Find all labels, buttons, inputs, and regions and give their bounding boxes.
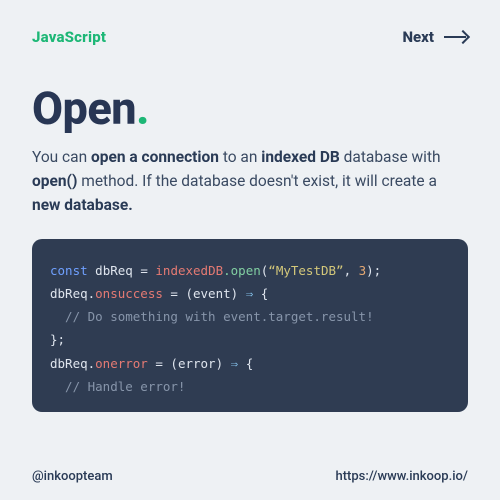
code-punct: { <box>238 356 253 371</box>
desc-text: to an <box>219 148 261 166</box>
code-string: “MyTestDB” <box>268 263 343 278</box>
title-dot: . <box>136 82 149 135</box>
arrow-right-icon <box>444 31 468 43</box>
footer-url: https://www.inkoop.io/ <box>335 469 468 484</box>
next-button[interactable]: Next <box>402 28 468 46</box>
footer: @inkoopteam https://www.inkoop.io/ <box>32 469 468 484</box>
desc-text: database with <box>340 148 441 166</box>
code-punct: , <box>344 263 359 278</box>
topbar: JavaScript Next <box>32 28 468 46</box>
code-comment: // Handle error! <box>50 379 185 394</box>
code-call: .open <box>223 263 261 278</box>
next-label: Next <box>402 28 434 46</box>
code-op: = <box>140 263 155 278</box>
code-punct: { <box>253 286 268 301</box>
desc-bold: open() <box>32 172 77 190</box>
code-object: indexedDB <box>155 263 223 278</box>
title-word: Open <box>32 82 136 135</box>
desc-bold: open a connection <box>91 148 219 166</box>
code-id: dbReq <box>88 263 141 278</box>
desc-text: You can <box>32 148 91 166</box>
code-prop: onerror <box>95 356 148 371</box>
code-prop: onsuccess <box>95 286 163 301</box>
code-id: = (error) <box>148 356 231 371</box>
code-punct: }; <box>50 332 65 347</box>
code-block: const dbReq = indexedDB.open(“MyTestDB”,… <box>32 239 468 412</box>
desc-text: method. If the database doesn't exist, i… <box>77 172 437 190</box>
code-id: dbReq. <box>50 286 95 301</box>
desc-bold: indexed DB <box>261 148 340 166</box>
code-punct: ); <box>366 263 381 278</box>
page-title: Open. <box>32 82 468 135</box>
code-keyword: const <box>50 263 88 278</box>
footer-handle: @inkoopteam <box>32 469 113 484</box>
desc-bold: new database. <box>32 196 133 214</box>
description: You can open a connection to an indexed … <box>32 145 468 217</box>
code-id: = (event) <box>163 286 246 301</box>
code-comment: // Do something with event.target.result… <box>50 309 374 324</box>
code-id: dbReq. <box>50 356 95 371</box>
brand-label: JavaScript <box>32 28 106 46</box>
